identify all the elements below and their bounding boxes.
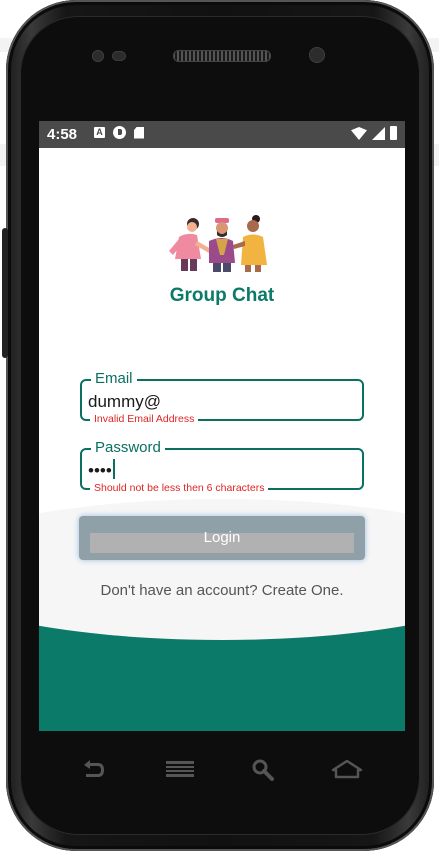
app-title: Group Chat xyxy=(169,285,275,306)
sync-icon xyxy=(113,126,126,139)
password-field[interactable]: Password •••• Should not be less then 6 … xyxy=(80,439,364,495)
volume-button xyxy=(2,228,8,358)
text-cursor xyxy=(112,459,115,479)
login-button-label: Login xyxy=(203,529,241,546)
home-icon[interactable] xyxy=(330,757,364,783)
earpiece-speaker xyxy=(173,50,271,62)
login-button[interactable]: Login xyxy=(79,516,365,560)
email-field[interactable]: Email dummy@ Invalid Email Address xyxy=(80,370,364,426)
status-time: 4:58 xyxy=(47,126,78,143)
create-account-link[interactable]: Don't have an account? Create One. xyxy=(39,582,405,599)
password-dots: •••• xyxy=(88,461,112,480)
status-icons-left: A xyxy=(94,126,144,139)
email-label: Email xyxy=(91,370,137,388)
app-screen: 4:58 A Group Chat Email dummy@ Invalid E… xyxy=(39,121,405,731)
menu-icon[interactable] xyxy=(164,757,196,783)
light-sensor xyxy=(112,51,126,61)
search-icon[interactable] xyxy=(250,757,276,783)
status-bar: 4:58 A xyxy=(39,121,405,148)
email-value: dummy@ xyxy=(88,392,161,411)
signal-icon xyxy=(372,127,385,140)
proximity-sensor xyxy=(92,50,104,62)
wifi-icon xyxy=(351,127,367,140)
password-label: Password xyxy=(91,439,165,457)
password-error: Should not be less then 6 characters xyxy=(90,482,269,495)
a-notification-icon: A xyxy=(94,127,105,138)
email-error: Invalid Email Address xyxy=(90,413,199,426)
back-icon[interactable] xyxy=(78,757,108,783)
status-icons-right xyxy=(351,126,397,140)
front-camera xyxy=(309,47,325,63)
sd-card-icon xyxy=(134,126,144,139)
group-people-illustration xyxy=(169,215,267,272)
password-value: •••• xyxy=(88,459,115,481)
battery-icon xyxy=(390,126,397,140)
